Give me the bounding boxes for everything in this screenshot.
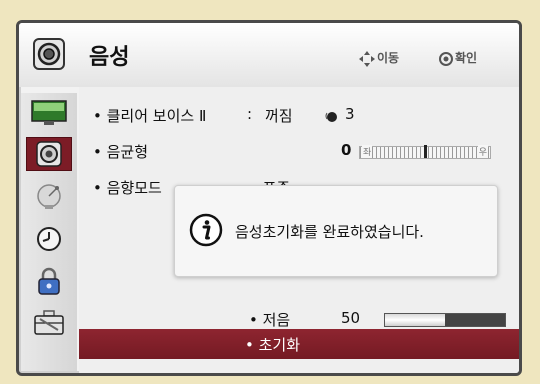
speaker-icon: [36, 141, 62, 167]
menu-item-sound-mode[interactable]: • 음향모드: [93, 177, 162, 198]
hint-move-label: 이동: [377, 51, 400, 65]
hint-ok-label: 확인: [455, 51, 478, 65]
dialog-message: 음성초기화를 완료하였습니다.: [235, 223, 424, 241]
clear-voice-level: 3: [345, 105, 355, 123]
bass-slider[interactable]: [384, 313, 506, 327]
menu-item-reset[interactable]: • 초기화: [79, 329, 519, 359]
lock-icon: [38, 267, 60, 295]
menu-item-clear-voice[interactable]: • 클리어 보이스 Ⅱ: [93, 105, 206, 126]
reset-complete-dialog: 음성초기화를 완료하였습니다.: [174, 185, 498, 277]
balance-left-label: 좌: [362, 145, 373, 158]
hint-move: 이동: [359, 49, 399, 67]
clear-voice-label: • 클리어 보이스 Ⅱ: [93, 107, 207, 125]
satellite-dish-icon: [37, 184, 61, 209]
toolbox-icon: [34, 310, 64, 335]
sidebar-item-picture[interactable]: [27, 97, 71, 129]
balance-slider[interactable]: 좌 우: [359, 145, 491, 159]
balance-slider-thumb[interactable]: [424, 145, 427, 158]
info-icon: [189, 213, 223, 247]
sidebar-item-options[interactable]: [27, 307, 71, 339]
tv-picture-icon: [31, 100, 67, 125]
bass-slider-fill: [385, 314, 445, 326]
menu-header: 음성 이동 확인: [19, 23, 519, 87]
dpad-arrows-icon: [359, 50, 375, 67]
clock-icon: [37, 227, 61, 251]
ok-button-icon: [439, 51, 453, 66]
sidebar-item-channel[interactable]: [27, 181, 71, 213]
menu-item-balance[interactable]: • 음균형: [93, 141, 148, 162]
sidebar: [21, 93, 77, 371]
page-title: 음성: [89, 45, 130, 70]
bass-label: • 저음: [249, 311, 291, 329]
speaker-icon: [33, 38, 65, 70]
balance-value: 0: [341, 141, 352, 159]
sound-mode-label: • 음향모드: [93, 179, 162, 197]
reset-label: • 초기화: [245, 336, 301, 354]
clear-voice-value: 꺼짐: [265, 107, 293, 125]
balance-label: • 음균형: [93, 143, 149, 161]
hint-ok: 확인: [439, 49, 477, 66]
sidebar-item-time[interactable]: [27, 223, 71, 255]
sidebar-item-lock[interactable]: [27, 265, 71, 297]
bass-value: 50: [341, 309, 361, 327]
menu-item-bass[interactable]: • 저음: [249, 309, 290, 330]
balance-right-label: 우: [477, 145, 488, 158]
clear-voice-separator: :: [247, 105, 253, 123]
sidebar-item-sound[interactable]: [26, 137, 72, 171]
voice-icon: [325, 112, 337, 122]
